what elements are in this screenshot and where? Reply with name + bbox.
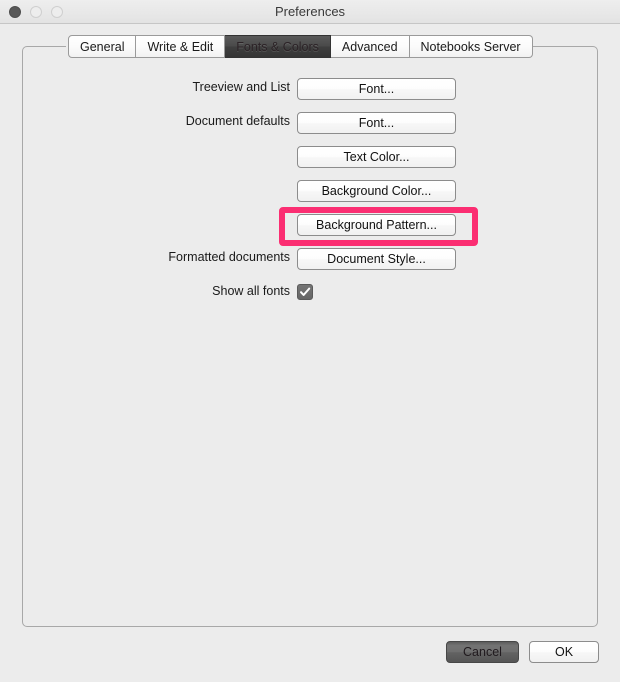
document-font-button[interactable]: Font...: [297, 112, 456, 134]
tab-fonts-and-colors[interactable]: Fonts & Colors: [225, 35, 331, 58]
row-background-color: Background Color...: [0, 180, 620, 214]
window-title: Preferences: [274, 4, 346, 19]
tab-advanced[interactable]: Advanced: [330, 35, 410, 58]
label-show-all-fonts: Show all fonts: [212, 284, 290, 298]
background-pattern-button[interactable]: Background Pattern...: [297, 214, 456, 236]
tab-bar: General Write & Edit Fonts & Colors Adva…: [68, 35, 533, 58]
tab-notebooks-server[interactable]: Notebooks Server: [409, 35, 533, 58]
preferences-window: Preferences General Write & Edit Fonts &…: [0, 0, 620, 682]
row-treeview-and-list: Treeview and List Font...: [0, 78, 620, 112]
treeview-font-button[interactable]: Font...: [297, 78, 456, 100]
label-treeview-and-list: Treeview and List: [192, 80, 291, 94]
label-formatted-documents: Formatted documents: [168, 250, 290, 264]
row-background-pattern: Background Pattern...: [0, 214, 620, 248]
document-style-button[interactable]: Document Style...: [297, 248, 456, 270]
show-all-fonts-checkbox[interactable]: [297, 284, 313, 300]
label-document-defaults: Document defaults: [185, 114, 290, 128]
window-titlebar: Preferences: [0, 0, 620, 24]
row-text-color: Text Color...: [0, 146, 620, 180]
ok-button[interactable]: OK: [529, 641, 599, 663]
row-document-defaults: Document defaults Font...: [0, 112, 620, 146]
fonts-and-colors-form: Treeview and List Font... Document defau…: [0, 78, 620, 316]
background-color-button[interactable]: Background Color...: [297, 180, 456, 202]
tab-write-and-edit[interactable]: Write & Edit: [136, 35, 226, 58]
row-show-all-fonts: Show all fonts: [0, 282, 620, 316]
text-color-button[interactable]: Text Color...: [297, 146, 456, 168]
cancel-button[interactable]: Cancel: [446, 641, 519, 663]
tab-general[interactable]: General: [68, 35, 137, 58]
row-formatted-documents: Formatted documents Document Style...: [0, 248, 620, 282]
checkmark-icon: [300, 287, 311, 296]
